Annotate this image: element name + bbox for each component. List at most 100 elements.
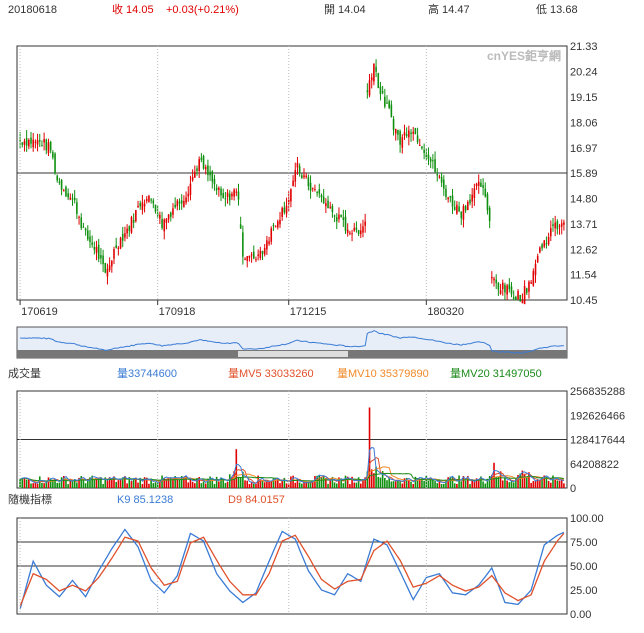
volume-bar (115, 481, 117, 488)
candle-body (325, 203, 327, 207)
volume-bar (154, 482, 157, 488)
candle-body (301, 175, 303, 179)
candle-body (185, 197, 187, 203)
candle-body (370, 77, 373, 81)
volume-bar (281, 481, 283, 488)
price-x-tick-label: 170918 (159, 306, 196, 318)
candle-body (338, 214, 340, 220)
volume-bar (318, 475, 321, 488)
volume-bar (93, 478, 96, 488)
candle-body (189, 183, 192, 195)
candle-body (121, 233, 124, 241)
volume-bar (211, 480, 214, 488)
candle-body (327, 200, 329, 209)
candle-body (150, 199, 152, 201)
candle-body (521, 300, 524, 304)
volume-bar (279, 483, 281, 488)
candle-body (128, 226, 131, 231)
candle-body (174, 204, 176, 208)
volume-bar (379, 477, 382, 488)
candle-body (305, 175, 307, 178)
volume-bar (523, 473, 526, 488)
candle-body (464, 206, 467, 211)
volume-bar (392, 481, 395, 488)
volume-bar (32, 483, 34, 488)
candle-body (252, 251, 255, 259)
candle-body (76, 202, 78, 214)
candle-body (353, 227, 356, 231)
candle-body (388, 101, 390, 109)
volume-bar (178, 479, 181, 488)
candle-body (23, 141, 26, 145)
volume-bar (408, 480, 410, 488)
candle-body (172, 208, 174, 215)
candle-body (34, 141, 37, 143)
volume-bar (525, 477, 528, 488)
candle-body (344, 216, 347, 231)
candle-body (482, 185, 484, 188)
candle-body (373, 63, 375, 82)
volume-bar (102, 483, 104, 488)
candle-body (379, 86, 382, 95)
candle-body (290, 189, 292, 202)
candle-body (231, 193, 233, 197)
candle-body (207, 165, 209, 176)
volume-bar (539, 480, 541, 488)
navigator-handle (238, 351, 348, 357)
candle-body (519, 294, 522, 302)
candle-body (274, 226, 277, 228)
volume-bar (141, 483, 144, 488)
kd-y-tick-label: 100.00 (570, 513, 604, 525)
candle-body (56, 175, 59, 181)
candle-body (403, 132, 406, 136)
volume-bar (327, 483, 329, 488)
candle-body (100, 255, 102, 259)
chart-canvas: 21.33 20.24 19.15 18.06 16.97 15.89 14.80 13.71… (16, 41, 625, 621)
candle-body (309, 182, 312, 191)
candle-body (320, 195, 323, 198)
volume-bar (550, 482, 552, 488)
candle-body (32, 139, 34, 148)
candle-body (436, 174, 439, 176)
volume-bar (501, 480, 504, 488)
candle-body (499, 290, 502, 294)
candle-body (421, 146, 423, 149)
volume-bar (303, 482, 305, 488)
candle-body (108, 265, 111, 270)
candle-body (515, 296, 517, 301)
price-y-tick-label: 19.15 (570, 92, 598, 104)
volume-bar (399, 481, 401, 488)
candle-body (530, 282, 532, 284)
candle-body (447, 197, 449, 200)
candle-body (261, 251, 264, 254)
candle-body (228, 193, 231, 201)
candle-body (21, 142, 24, 145)
candle-body (491, 276, 493, 279)
candle-body (416, 135, 419, 143)
volume-bar (237, 476, 240, 488)
volume-bar (248, 484, 251, 488)
candle-body (218, 187, 220, 190)
candle-body (366, 90, 369, 93)
candle-body (119, 237, 122, 249)
candle-body (486, 194, 489, 211)
volume-bar (228, 474, 231, 488)
candle-body (504, 284, 506, 293)
volume-bar (176, 479, 179, 488)
volume-bar (384, 477, 386, 488)
candle-body (285, 205, 288, 214)
candle-body (517, 291, 519, 300)
kd-y-tick-label: 50.00 (570, 561, 598, 573)
volume-bar (453, 483, 456, 488)
kd-y-tick-label: 0.00 (570, 609, 591, 621)
candle-body (381, 91, 384, 93)
candle-body (91, 242, 93, 245)
candle-body (475, 183, 478, 186)
volume-bar (456, 483, 458, 488)
candle-body (268, 241, 270, 244)
candle-body (377, 73, 380, 89)
volume-bar (469, 484, 471, 488)
volume-bar (298, 482, 301, 488)
candle-body (167, 214, 170, 220)
candle-body (255, 259, 257, 261)
